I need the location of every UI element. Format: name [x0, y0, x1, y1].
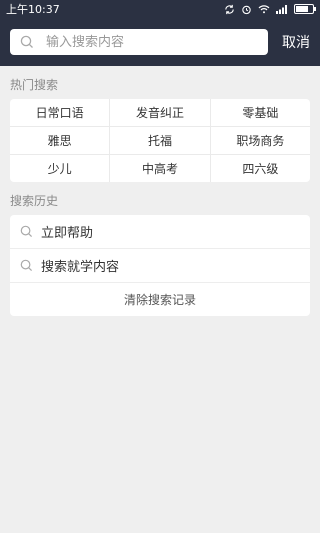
search-icon [20, 35, 33, 48]
cancel-button[interactable]: 取消 [282, 32, 310, 52]
hot-tag[interactable]: 零基础 [211, 99, 310, 126]
search-box[interactable] [10, 29, 268, 55]
history-item[interactable]: 搜索就学内容 [10, 249, 310, 283]
clear-history-button[interactable]: 清除搜索记录 [10, 283, 310, 316]
search-history-title: 搜索历史 [10, 194, 59, 208]
hot-tag[interactable]: 四六级 [211, 155, 310, 182]
hot-search-row: 少儿 中高考 四六级 [10, 155, 310, 182]
search-icon [20, 259, 33, 272]
search-input[interactable] [44, 33, 228, 51]
hot-tag[interactable]: 发音纠正 [110, 99, 211, 126]
history-item-label: 立即帮助 [41, 226, 94, 241]
hot-search-row: 雅思 托福 职场商务 [10, 127, 310, 155]
history-item-label: 搜索就学内容 [41, 260, 120, 275]
hot-tag[interactable]: 中高考 [110, 155, 211, 182]
alarm-icon [242, 5, 251, 14]
hot-tag[interactable]: 职场商务 [211, 127, 310, 154]
search-icon [20, 225, 33, 238]
battery-icon [294, 4, 316, 14]
hot-search-row: 日常口语 发音纠正 零基础 [10, 99, 310, 127]
hot-search-grid: 日常口语 发音纠正 零基础 雅思 托福 职场商务 少儿 中高考 四六级 [10, 99, 310, 182]
hot-tag[interactable]: 日常口语 [10, 99, 111, 126]
signal-icon [276, 4, 287, 14]
hot-tag[interactable]: 雅思 [10, 127, 111, 154]
wifi-icon [258, 5, 270, 14]
status-bar: 上午10:37 [0, 0, 320, 18]
hot-tag[interactable]: 托福 [110, 127, 211, 154]
hot-tag[interactable]: 少儿 [10, 155, 111, 182]
sync-icon [225, 4, 234, 14]
status-time: 上午10:37 [6, 3, 60, 16]
history-item[interactable]: 立即帮助 [10, 215, 310, 249]
hot-search-title: 热门搜索 [10, 78, 59, 92]
search-history-list: 立即帮助 搜索就学内容 清除搜索记录 [10, 215, 310, 316]
status-icons [224, 4, 316, 15]
search-header: 取消 [0, 18, 320, 66]
